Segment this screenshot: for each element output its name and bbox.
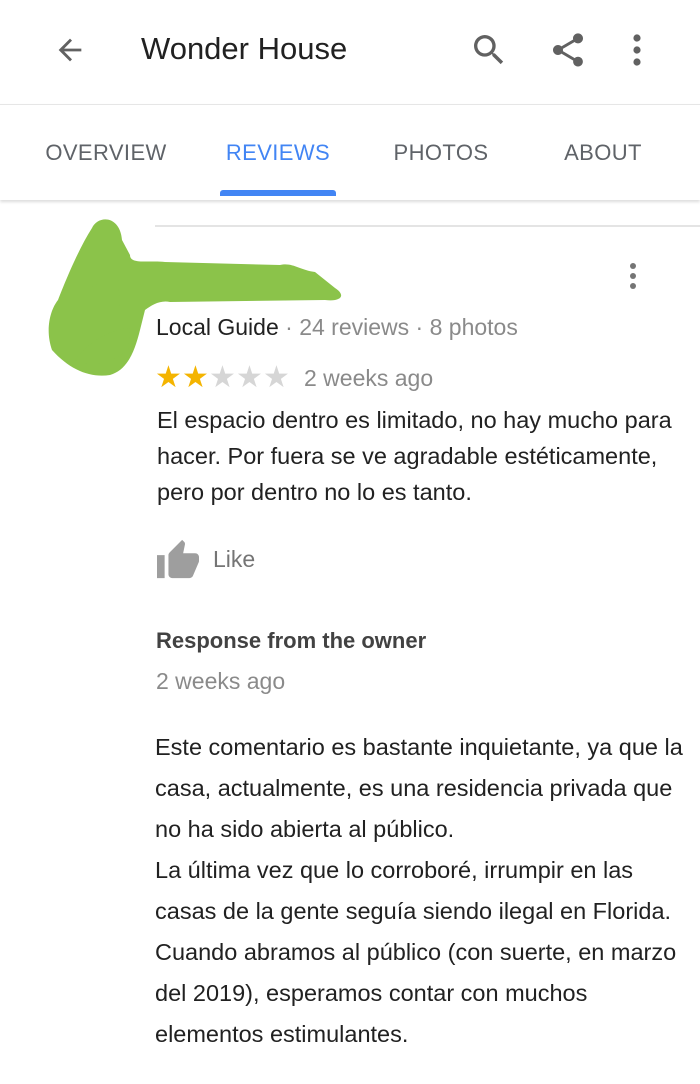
back-button[interactable]: [48, 28, 92, 72]
tab-reviews[interactable]: REVIEWS: [210, 105, 346, 201]
review-text: El espacio dentro es limitado, no hay mu…: [157, 407, 672, 505]
more-vert-icon: [630, 263, 636, 289]
reviewer-type: Local Guide: [156, 314, 279, 340]
star-empty-icon: ★: [236, 360, 263, 395]
owner-response-time: 2 weeks ago: [156, 668, 286, 694]
tab-about[interactable]: ABOUT: [540, 105, 666, 201]
tab-photos[interactable]: PHOTOS: [372, 105, 510, 201]
search-button[interactable]: [466, 28, 512, 72]
separator: ·: [409, 314, 430, 340]
tab-overview[interactable]: OVERVIEW: [28, 105, 184, 201]
tab-bar: OVERVIEW REVIEWS PHOTOS ABOUT: [0, 104, 700, 200]
more-options-button[interactable]: [620, 28, 654, 72]
reviews-count: 24 reviews: [299, 314, 410, 340]
search-icon: [474, 35, 504, 65]
more-vert-icon: [633, 34, 641, 66]
share-button[interactable]: [545, 28, 591, 72]
place-title: Wonder House: [141, 31, 348, 66]
like-button[interactable]: Like: [155, 538, 255, 580]
app-bar: Wonder House: [0, 0, 700, 104]
rating-row: ★ ★ ★ ★ ★ 2 weeks ago: [155, 362, 433, 394]
owner-response-text: Este comentario es bastante inquietante,…: [155, 734, 683, 1047]
separator: ·: [278, 314, 300, 340]
review-time: 2 weeks ago: [304, 364, 434, 391]
thumb-up-icon: [157, 539, 199, 579]
review-more-options-button[interactable]: [618, 256, 648, 296]
star-filled-icon: ★: [182, 360, 209, 395]
photos-count: 8 photos: [429, 314, 518, 340]
reviewer-meta: Local Guide · 24 reviews · 8 photos: [156, 312, 518, 342]
star-empty-icon: ★: [263, 360, 290, 395]
star-filled-icon: ★: [155, 360, 182, 395]
star-rating: ★ ★ ★ ★ ★: [155, 363, 290, 393]
arrow-back-icon: [58, 38, 82, 62]
share-icon: [553, 33, 583, 67]
owner-response-heading: Response from the owner: [156, 628, 427, 653]
like-label: Like: [213, 545, 256, 572]
star-empty-icon: ★: [209, 360, 236, 395]
active-tab-indicator: [220, 190, 336, 196]
